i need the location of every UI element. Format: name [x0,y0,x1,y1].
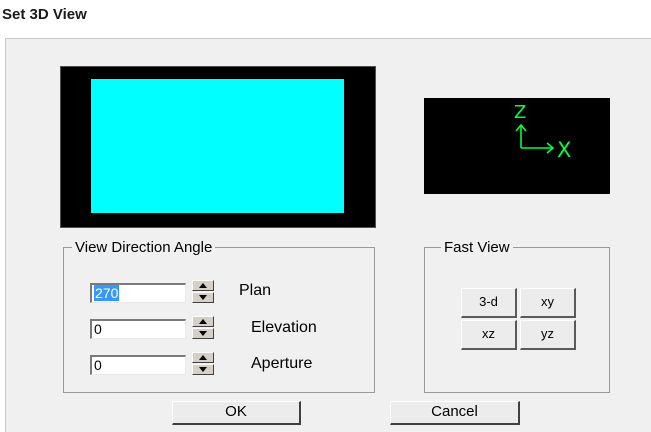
ok-button[interactable]: OK [172,401,301,425]
aperture-angle-spinner[interactable] [192,352,214,375]
elevation-angle-input[interactable]: 0 [90,319,186,339]
window-title: Set 3D View [2,6,87,23]
plan-label: Plan [239,282,272,299]
view-3d-button[interactable]: 3-d [461,288,517,318]
arrow-up-icon [199,283,207,288]
aperture-down-button[interactable] [192,364,214,375]
aperture-angle-input[interactable]: 0 [90,355,186,375]
aperture-label: Aperture [251,355,313,372]
z-axis-label: Z [514,102,527,123]
arrow-down-icon [199,331,207,336]
plan-angle-value: 270 [94,285,120,301]
view-preview-plane [91,79,344,213]
fast-view-title: Fast View [441,239,513,256]
view-preview [60,66,376,228]
plan-down-button[interactable] [192,292,214,303]
arrow-down-icon [199,295,207,300]
arrow-up-icon [199,319,207,324]
arrow-up-icon [199,355,207,360]
plan-up-button[interactable] [192,280,214,291]
set-3d-view-dialog: Z X View Direction Angle 270 Plan 0 Elev… [5,38,651,432]
fast-view-group: Fast View 3-d xy xz yz [424,239,610,393]
view-direction-angle-title: View Direction Angle [72,239,216,256]
elevation-down-button[interactable] [192,328,214,339]
aperture-angle-value: 0 [94,357,102,373]
arrow-down-icon [199,367,207,372]
view-xy-button[interactable]: xy [520,288,576,318]
aperture-up-button[interactable] [192,352,214,363]
x-axis-label: X [557,138,572,162]
plan-angle-input[interactable]: 270 [90,283,186,303]
view-yz-button[interactable]: yz [520,320,576,350]
view-xz-button[interactable]: xz [461,320,517,350]
plan-angle-spinner[interactable] [192,280,214,303]
elevation-angle-value: 0 [94,321,102,337]
elevation-angle-spinner[interactable] [192,316,214,339]
elevation-up-button[interactable] [192,316,214,327]
cancel-button[interactable]: Cancel [390,401,520,425]
view-direction-angle-group: View Direction Angle 270 Plan 0 Elevatio… [63,239,375,393]
axes-indicator: Z X [424,98,610,194]
elevation-label: Elevation [251,319,317,336]
